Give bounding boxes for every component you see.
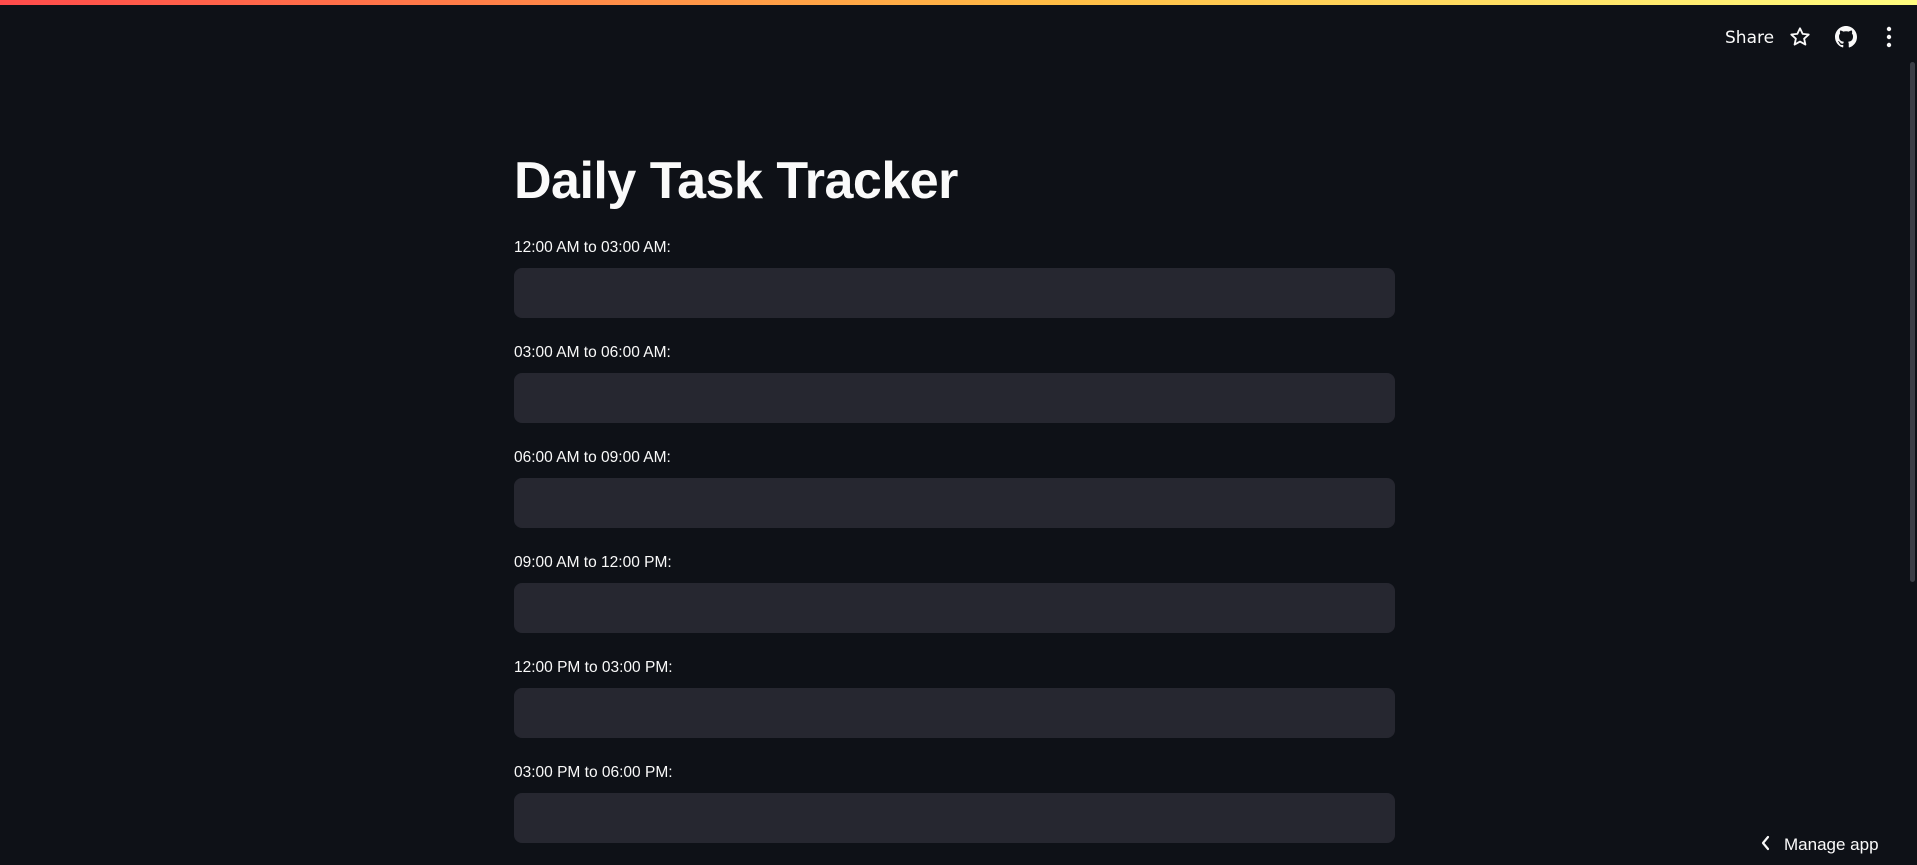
time-slot-label: 03:00 AM to 06:00 AM: [514,344,671,361]
time-slot-field: 03:00 AM to 06:00 AM: [514,343,1395,423]
time-slot-input[interactable] [514,688,1395,738]
time-slot-label: 12:00 PM to 03:00 PM: [514,659,673,676]
manage-app-button[interactable]: Manage app [1760,830,1879,860]
manage-app-label: Manage app [1784,835,1879,854]
time-slot-input[interactable] [514,793,1395,843]
time-slot-input[interactable] [514,268,1395,318]
time-slot-field: 09:00 AM to 12:00 PM: [514,553,1395,633]
time-slot-field: 06:00 AM to 09:00 AM: [514,448,1395,528]
share-button[interactable]: Share [1715,18,1784,58]
github-icon[interactable] [1832,23,1860,51]
time-slot-label: 06:00 AM to 09:00 AM: [514,449,671,466]
time-slot-input[interactable] [514,478,1395,528]
time-slot-field: 03:00 PM to 06:00 PM: [514,763,1395,843]
time-slot-input[interactable] [514,373,1395,423]
chevron-left-icon [1760,835,1772,855]
time-slot-label: 12:00 AM to 03:00 AM: [514,239,671,256]
time-slot-input[interactable] [514,583,1395,633]
time-slot-label: 09:00 AM to 12:00 PM: [514,554,672,571]
time-slot-label: 03:00 PM to 06:00 PM: [514,764,673,781]
time-slot-field: 12:00 PM to 03:00 PM: [514,658,1395,738]
time-slot-field: 12:00 AM to 03:00 AM: [514,238,1395,318]
more-vertical-icon[interactable] [1875,23,1903,51]
page-title: Daily Task Tracker [514,152,958,210]
app-header: Share [0,5,1917,61]
scrollbar[interactable] [1910,62,1915,582]
star-icon[interactable] [1786,23,1814,51]
